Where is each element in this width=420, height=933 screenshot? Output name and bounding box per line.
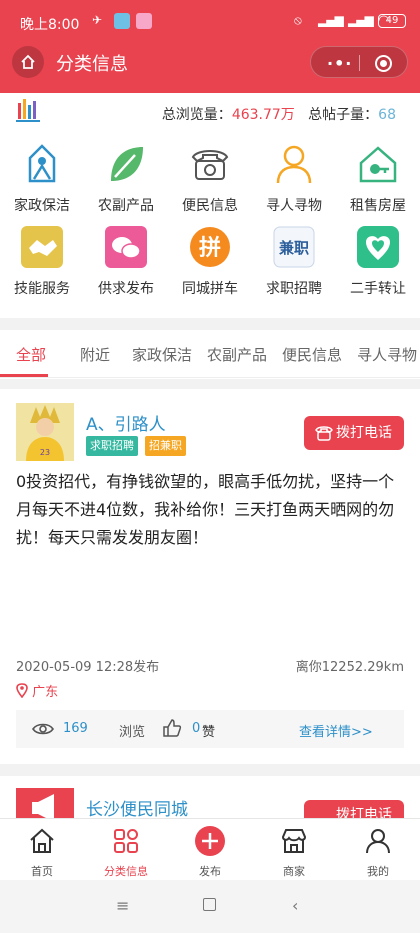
view-detail-link[interactable]: 查看详情>> bbox=[299, 721, 373, 740]
posts-value: 68 bbox=[378, 107, 396, 123]
app-notification-icon-2 bbox=[136, 13, 152, 29]
stats-logo-icon bbox=[16, 99, 40, 122]
view-count-label: 浏览 bbox=[119, 725, 146, 740]
category-carpool[interactable]: 拼 同城拼车 bbox=[168, 226, 252, 308]
section-divider bbox=[0, 318, 420, 330]
battery-icon: 49 bbox=[378, 14, 406, 28]
signal-icon-2: ▂▄▆ bbox=[348, 13, 374, 27]
post-badge-type: 招兼职 bbox=[145, 436, 186, 456]
post-content: 0投资招代，有挣钱欲望的，眼高手低勿扰，坚持一个月每天不进4位数，我补给你！三天… bbox=[16, 472, 395, 547]
notification-icon: ✈ bbox=[92, 13, 103, 27]
tab-nearby[interactable]: 附近 bbox=[80, 344, 110, 365]
post-stat-bar: 169 浏览 0 赞 查看详情>> bbox=[16, 710, 404, 748]
tabbar-publish[interactable]: 发布 bbox=[168, 819, 252, 881]
post-author[interactable]: A、引路人 bbox=[86, 410, 166, 435]
tab-lost-found[interactable]: 寻人寻物 bbox=[357, 344, 417, 365]
signal-icon: ▂▄▆ bbox=[318, 13, 344, 27]
category-farm-products[interactable]: 农副产品 bbox=[84, 143, 168, 225]
tabbar-category[interactable]: 分类信息 bbox=[84, 819, 168, 881]
avatar[interactable]: 23 bbox=[16, 403, 74, 461]
system-nav-bar: ≡ ‹ bbox=[0, 880, 420, 933]
posts-label: 总帖子量： bbox=[308, 107, 379, 123]
svg-text:拼: 拼 bbox=[199, 235, 221, 261]
like-count: 0 bbox=[192, 721, 201, 736]
like-count-label: 赞 bbox=[202, 725, 216, 740]
pin-char-icon: 拼 bbox=[190, 227, 230, 267]
person-icon bbox=[276, 145, 312, 184]
telephone-icon bbox=[191, 150, 229, 180]
house-icon bbox=[21, 54, 35, 69]
svg-text:兼职: 兼职 bbox=[279, 239, 309, 257]
like-icon[interactable] bbox=[162, 718, 182, 738]
category-rent-sell-house[interactable]: 租售房屋 bbox=[336, 143, 420, 225]
view-count: 169 bbox=[63, 721, 88, 736]
app-header: 晚上8:00 ✈ ⦸ ▂▄▆ ▂▄▆ ◠ 49 分类信息 ·•· bbox=[0, 0, 420, 93]
publish-plus-icon bbox=[195, 826, 225, 856]
eye-icon bbox=[32, 723, 54, 735]
category-supply-demand[interactable]: 供求发布 bbox=[84, 226, 168, 308]
tab-convenience[interactable]: 便民信息 bbox=[282, 344, 342, 365]
svg-text:23: 23 bbox=[40, 448, 50, 457]
miniprogram-capsule: ·•· bbox=[310, 46, 408, 78]
chat-icon bbox=[105, 226, 147, 268]
category-secondhand[interactable]: 二手转让 bbox=[336, 226, 420, 308]
post-badge-category: 求职招聘 bbox=[86, 436, 138, 456]
category-grid-icon bbox=[114, 829, 138, 853]
heart-pin-icon bbox=[357, 226, 399, 268]
category-job-hunting[interactable]: 兼职 求职招聘 bbox=[252, 226, 336, 308]
post-author[interactable]: 长沙便民同城 bbox=[86, 795, 188, 820]
close-miniprogram-icon[interactable] bbox=[375, 55, 392, 72]
tab-all[interactable]: 全部 bbox=[16, 344, 46, 365]
post-distance: 离你12252.29km bbox=[295, 660, 404, 675]
tab-house-cleaning[interactable]: 家政保洁 bbox=[132, 344, 192, 365]
shop-icon bbox=[281, 829, 307, 853]
category-skill-service[interactable]: 技能服务 bbox=[0, 226, 84, 308]
post-date: 2020-05-09 12:28发布 bbox=[16, 660, 160, 675]
section-divider bbox=[0, 379, 420, 389]
status-bar: 晚上8:00 ✈ ⦸ ▂▄▆ ▂▄▆ ◠ 49 bbox=[0, 0, 420, 40]
leaf-icon bbox=[111, 147, 143, 181]
back-nav-icon[interactable]: ‹ bbox=[292, 896, 298, 915]
page-title: 分类信息 bbox=[56, 54, 128, 75]
call-button[interactable]: 拨打电话 bbox=[304, 416, 404, 450]
handshake-icon bbox=[21, 226, 63, 268]
views-label: 总浏览量： bbox=[161, 107, 232, 123]
app-notification-icon bbox=[114, 13, 130, 29]
tabbar-home[interactable]: 首页 bbox=[0, 819, 84, 881]
more-menu-icon[interactable]: ·•· bbox=[327, 54, 352, 73]
house-cleaning-icon bbox=[28, 144, 56, 183]
phone-icon bbox=[315, 426, 333, 441]
category-tabs: 全部 附近 家政保洁 农副产品 便民信息 寻人寻物 bbox=[0, 330, 420, 378]
menu-nav-icon[interactable]: ≡ bbox=[116, 896, 129, 915]
mute-icon: ⦸ bbox=[294, 13, 302, 27]
home-nav-icon[interactable] bbox=[203, 898, 216, 911]
tabbar-mine[interactable]: 我的 bbox=[336, 819, 420, 881]
stats-row: 总浏览量：463.77万 总帖子量：68 bbox=[0, 93, 420, 135]
home-icon bbox=[30, 828, 54, 853]
category-lost-found[interactable]: 寻人寻物 bbox=[252, 143, 336, 225]
post-location: 广东 bbox=[16, 681, 58, 700]
user-icon bbox=[366, 829, 390, 854]
tabbar-shop[interactable]: 商家 bbox=[252, 819, 336, 881]
active-tab-indicator bbox=[0, 374, 48, 377]
house-key-icon bbox=[359, 146, 397, 183]
home-icon-button[interactable] bbox=[12, 46, 44, 78]
views-value: 463.77万 bbox=[231, 107, 295, 123]
job-icon: 兼职 bbox=[273, 226, 315, 268]
tab-farm-products[interactable]: 农副产品 bbox=[207, 344, 267, 365]
category-house-cleaning[interactable]: 家政保洁 bbox=[0, 143, 84, 225]
status-time: 晚上8:00 bbox=[20, 17, 80, 33]
bottom-tabbar: 首页 分类信息 发布 商家 我的 bbox=[0, 818, 420, 880]
section-divider bbox=[0, 764, 420, 776]
category-convenience[interactable]: 便民信息 bbox=[168, 143, 252, 225]
location-pin-icon bbox=[16, 683, 28, 699]
